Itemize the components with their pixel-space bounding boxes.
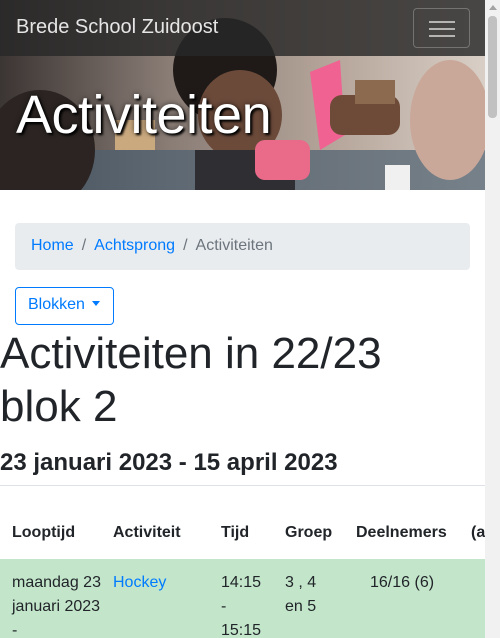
breadcrumb-parent-link[interactable]: Achtsprong <box>94 237 175 254</box>
divider <box>0 485 485 486</box>
column-header-deelnemers[interactable]: Deelnemers <box>356 524 447 542</box>
column-header-looptijd[interactable]: Looptijd <box>12 524 75 542</box>
breadcrumb-home-link[interactable]: Home <box>31 237 74 254</box>
cell-groep: 3 , 4 en 5 <box>285 574 317 615</box>
vertical-scrollbar[interactable] <box>485 0 500 638</box>
cell-tijd: 14:15 - 15:15 <box>221 574 262 638</box>
breadcrumb-separator: / <box>81 237 87 254</box>
column-header-activiteit[interactable]: Activiteit <box>113 524 181 542</box>
blokken-label: Blokken <box>28 296 85 313</box>
navbar-brand[interactable]: Brede School Zuidoost <box>16 16 218 39</box>
page: Brede School Zuidoost Activiteiten Home /… <box>0 0 500 638</box>
hero-title: Activiteiten <box>16 85 272 145</box>
hero-banner: Brede School Zuidoost Activiteiten <box>0 0 485 190</box>
page-heading: Activiteiten in 22/23 blok 2 <box>0 329 382 431</box>
breadcrumb-current: Activiteiten <box>195 237 273 254</box>
column-header-tijd[interactable]: Tijd <box>221 524 249 542</box>
menu-icon-bar <box>429 28 455 30</box>
period-subheading: 23 januari 2023 - 15 april 2023 <box>0 449 338 476</box>
caret-down-icon <box>91 301 100 306</box>
menu-toggle-button[interactable] <box>413 8 470 48</box>
breadcrumb-separator: / <box>183 237 188 254</box>
navbar: Brede School Zuidoost <box>0 0 485 56</box>
cell-activiteit: Hockey <box>113 571 166 595</box>
cell-looptijd: maandag 23 januari 2023 - <box>12 574 101 638</box>
column-header-aanmelden[interactable]: (a <box>471 524 485 542</box>
scrollbar-thumb[interactable] <box>488 16 497 118</box>
menu-icon <box>429 21 455 23</box>
menu-icon-bar <box>429 35 455 37</box>
cell-deelnemers: 16/16 (6) <box>370 574 435 591</box>
breadcrumb: Home / Achtsprong / Activiteiten <box>15 223 470 270</box>
blokken-dropdown-button[interactable]: Blokken <box>15 287 114 325</box>
scroll-up-arrow-icon[interactable] <box>485 0 500 15</box>
activity-link-hockey[interactable]: Hockey <box>113 574 166 591</box>
column-header-groep[interactable]: Groep <box>285 524 332 542</box>
